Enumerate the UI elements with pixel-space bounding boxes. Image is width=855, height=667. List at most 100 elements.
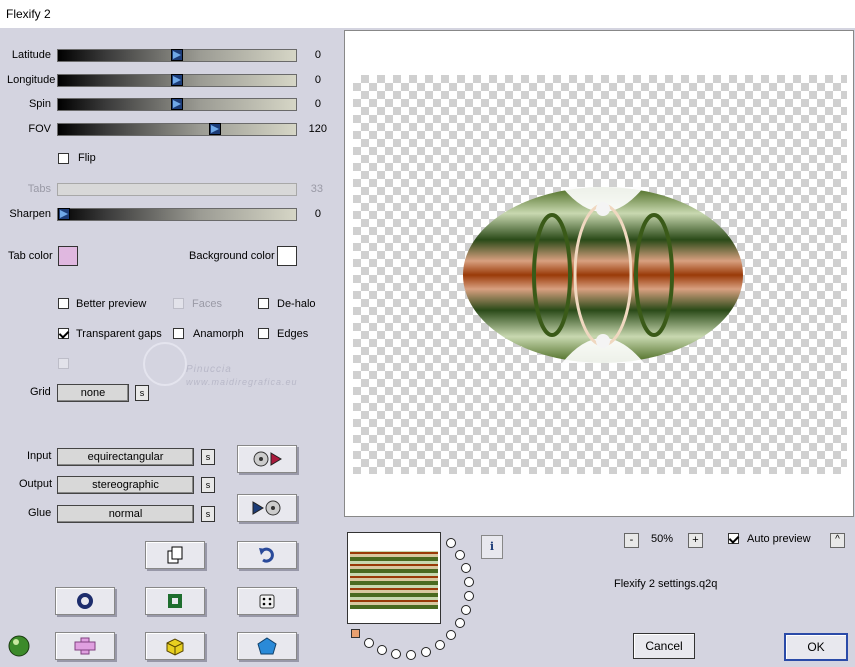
background-color-swatch[interactable]: [277, 246, 297, 266]
grid-s-button[interactable]: s: [135, 385, 149, 401]
transparent-gaps-label: Transparent gaps: [76, 328, 162, 340]
save-preset-button[interactable]: [237, 494, 297, 522]
title-bar: [0, 0, 855, 28]
anamorph-label: Anamorph: [193, 328, 244, 340]
zoom-ring-dot[interactable]: [461, 605, 471, 615]
collapse-button[interactable]: ^: [830, 533, 845, 548]
ok-button[interactable]: OK: [784, 633, 848, 661]
slider-track[interactable]: [57, 208, 297, 221]
square-shape-button[interactable]: [145, 587, 205, 615]
tab-color-label: Tab color: [8, 250, 53, 262]
thumbnail-image: [350, 551, 438, 609]
cube-icon: [166, 638, 184, 656]
slider-value: 0: [314, 208, 321, 220]
random-button[interactable]: [237, 587, 297, 615]
slider-value: 0: [314, 98, 321, 110]
better-preview-checkbox[interactable]: [58, 298, 69, 309]
navigator-handle[interactable]: [351, 629, 360, 638]
output-s-button[interactable]: s: [201, 477, 215, 493]
auto-preview-label: Auto preview: [747, 533, 811, 545]
cube-shape-button[interactable]: [145, 632, 205, 660]
slider-track: [57, 183, 297, 196]
copy-page-icon: [167, 546, 183, 564]
zoom-out-button[interactable]: -: [624, 533, 639, 548]
flip-label: Flip: [78, 152, 96, 164]
undo-button[interactable]: [237, 541, 297, 569]
zoom-ring-dot[interactable]: [464, 591, 474, 601]
slider-label: Tabs: [27, 183, 51, 195]
unlabeled-checkbox: [58, 358, 69, 369]
zoom-ring-dot[interactable]: [391, 649, 401, 659]
grid-label: Grid: [30, 386, 51, 398]
ring-icon: [77, 593, 93, 609]
zoom-ring-dot[interactable]: [446, 630, 456, 640]
slider-label: Sharpen: [9, 208, 51, 220]
square-frame-icon: [168, 594, 182, 608]
zoom-ring-dot[interactable]: [377, 645, 387, 655]
settings-filename: Flexify 2 settings.q2q: [614, 578, 718, 590]
cancel-button[interactable]: Cancel: [633, 633, 695, 659]
preview-image: [462, 187, 744, 363]
slider-track[interactable]: [57, 49, 297, 62]
watermark-url: www.maidiregrafica.eu: [186, 377, 298, 387]
glue-s-button[interactable]: s: [201, 506, 215, 522]
better-preview-label: Better preview: [76, 298, 147, 310]
navigator-thumbnail[interactable]: [347, 532, 441, 624]
zoom-ring-dot[interactable]: [435, 640, 445, 650]
window-title: Flexify 2: [6, 7, 51, 21]
input-s-button[interactable]: s: [201, 449, 215, 465]
play-disc-icon: [252, 500, 281, 516]
grid-dropdown[interactable]: none: [57, 384, 129, 402]
slider-value: 0: [314, 49, 321, 61]
transparent-gaps-checkbox[interactable]: [58, 328, 69, 339]
edges-checkbox[interactable]: [258, 328, 269, 339]
glue-dropdown[interactable]: normal: [57, 505, 194, 523]
output-label: Output: [19, 478, 53, 490]
undo-arrow-icon: [259, 547, 274, 563]
app-logo-icon: [6, 632, 32, 658]
zoom-in-button[interactable]: +: [688, 533, 703, 548]
copy-button[interactable]: [145, 541, 205, 569]
info-button[interactable]: i: [481, 535, 503, 559]
disc-play-icon: [253, 451, 282, 467]
dice-icon: [259, 594, 275, 609]
slider-label: Longitude: [7, 74, 56, 86]
slider-label: Latitude: [11, 49, 51, 61]
cross-icon: [74, 637, 96, 655]
zoom-ring-dot[interactable]: [461, 563, 471, 573]
faces-label: Faces: [192, 298, 222, 310]
load-preset-button[interactable]: [237, 445, 297, 473]
watermark-logo-icon: [143, 342, 187, 386]
background-color-label: Background color: [189, 250, 275, 262]
de-halo-checkbox[interactable]: [258, 298, 269, 309]
pentagon-shape-button[interactable]: [237, 632, 297, 660]
zoom-ring-dot[interactable]: [421, 647, 431, 657]
zoom-ring-dot[interactable]: [406, 650, 416, 660]
slider-track[interactable]: [57, 74, 297, 87]
input-label: Input: [27, 450, 52, 462]
input-dropdown[interactable]: equirectangular: [57, 448, 194, 466]
zoom-ring-dot[interactable]: [455, 550, 465, 560]
zoom-ring-dot[interactable]: [455, 618, 465, 628]
output-dropdown[interactable]: stereographic: [57, 476, 194, 494]
slider-track[interactable]: [57, 123, 297, 136]
zoom-ring-dot[interactable]: [464, 577, 474, 587]
flip-checkbox[interactable]: [58, 153, 69, 164]
cross-shape-button[interactable]: [55, 632, 115, 660]
tab-color-swatch[interactable]: [58, 246, 78, 266]
zoom-value: 50%: [651, 533, 674, 545]
glue-label: Glue: [28, 507, 52, 519]
slider-value: 120: [308, 123, 327, 135]
slider-value: 0: [314, 74, 321, 86]
ring-shape-button[interactable]: [55, 587, 115, 615]
zoom-ring-dot[interactable]: [364, 638, 374, 648]
zoom-ring-dot[interactable]: [446, 538, 456, 548]
slider-value: 33: [310, 183, 323, 195]
slider-track[interactable]: [57, 98, 297, 111]
auto-preview-checkbox[interactable]: [728, 533, 739, 544]
anamorph-checkbox[interactable]: [173, 328, 184, 339]
pentagon-icon: [257, 637, 277, 655]
faces-checkbox: [173, 298, 184, 309]
edges-label: Edges: [277, 328, 309, 340]
de-halo-label: De-halo: [277, 298, 316, 310]
